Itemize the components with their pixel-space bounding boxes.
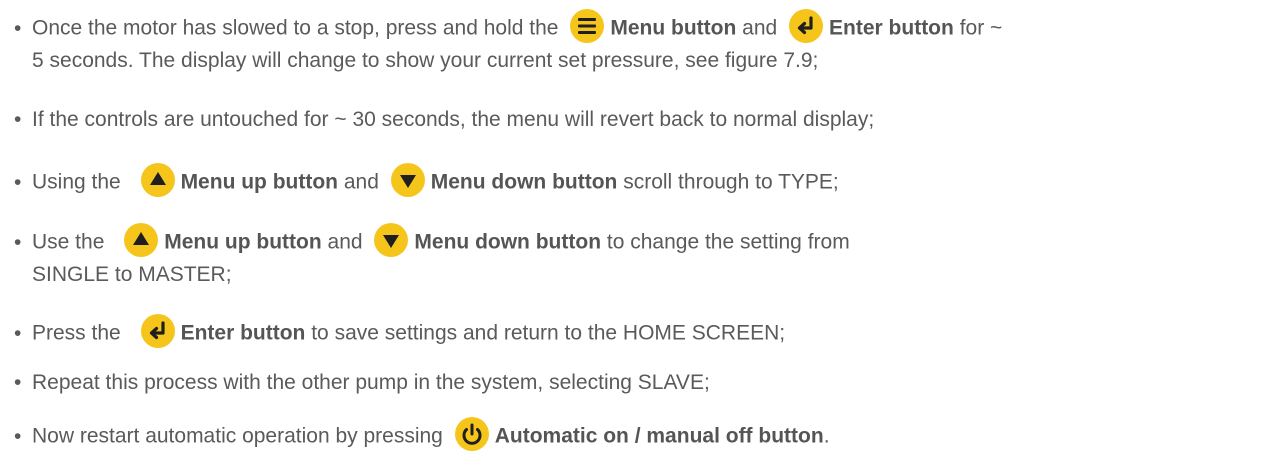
menu-up-button-label: Menu up button: [180, 170, 339, 194]
instruction-3: • Using the Menu up button and Menu down …: [14, 163, 1259, 200]
enter-icon: [140, 314, 175, 348]
menu-up-icon: [124, 223, 159, 257]
instruction-text: Press the: [32, 321, 121, 345]
instruction-6: • Repeat this process with the other pump…: [14, 368, 1259, 398]
instruction-5: • Press the Enter button to save settings…: [14, 314, 1259, 351]
instruction-continuation: 5 seconds. The display will change to sh…: [32, 49, 819, 72]
instruction-text: and: [742, 16, 778, 40]
instruction-text: to change the setting from: [606, 230, 850, 254]
instruction-4: • Use the Menu up button and Menu down bu…: [14, 223, 1259, 290]
bullet: •: [14, 170, 22, 194]
power-icon: [454, 417, 489, 451]
instruction-7: • Now restart automatic operation by pres…: [14, 417, 1259, 454]
bullet: •: [14, 108, 22, 131]
bullet: •: [14, 16, 22, 40]
instruction-text: and: [343, 170, 379, 194]
enter-icon: [789, 9, 824, 43]
bullet: •: [14, 321, 22, 345]
menu-up-button-label: Menu up button: [164, 230, 322, 254]
instruction-text: Repeat this process with the other pump …: [32, 371, 710, 394]
instruction-2: • If the controls are untouched for ~ 30 …: [14, 105, 1259, 135]
instruction-text: .: [823, 424, 830, 448]
instruction-text: for ~: [959, 16, 1003, 40]
menu-down-icon: [374, 223, 409, 257]
instruction-text: If the controls are untouched for ~ 30 s…: [32, 108, 875, 131]
instruction-text: Now restart automatic operation by press…: [32, 424, 443, 448]
instruction-text: scroll through to TYPE;: [623, 170, 839, 194]
instruction-text: Once the motor has slowed to a stop, pre…: [32, 16, 559, 40]
menu-up-icon: [140, 163, 175, 197]
automatic-button-label: Automatic on / manual off button: [494, 424, 824, 448]
bullet: •: [14, 371, 22, 394]
instruction-continuation: SINGLE to MASTER;: [32, 263, 232, 286]
menu-icon: [570, 9, 605, 43]
instruction-text: Using the: [32, 170, 121, 194]
instruction-text: to save settings and return to the HOME …: [311, 321, 786, 345]
enter-button-label: Enter button: [180, 321, 306, 345]
instruction-1: • Once the motor has slowed to a stop, pr…: [14, 9, 1259, 76]
menu-down-button-label: Menu down button: [414, 230, 602, 254]
instruction-text: and: [327, 230, 363, 254]
enter-button-label: Enter button: [829, 16, 954, 40]
menu-down-button-label: Menu down button: [430, 170, 618, 194]
bullet: •: [14, 424, 22, 448]
menu-down-icon: [390, 163, 425, 197]
instruction-text: Use the: [32, 230, 105, 254]
bullet: •: [14, 230, 22, 254]
menu-button-label: Menu button: [610, 16, 737, 40]
